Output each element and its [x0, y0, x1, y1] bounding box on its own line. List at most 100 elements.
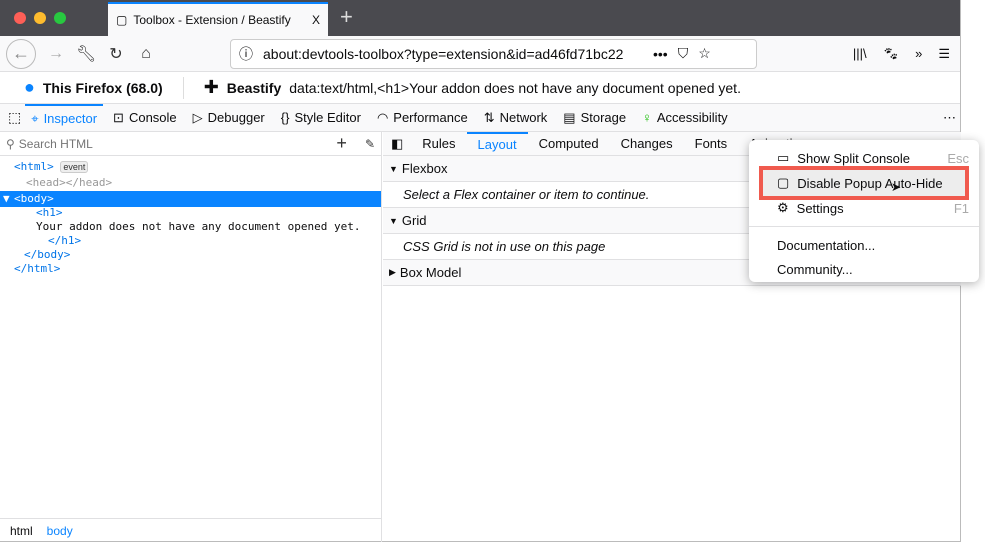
tab-label: Inspector	[43, 111, 98, 126]
search-icon: ⚲	[6, 136, 15, 151]
title-bar: ▢ Toolbox - Extension / Beastify ▢ Toolb…	[0, 0, 960, 36]
add-node-button[interactable]: +	[336, 133, 347, 154]
shortcut: F1	[953, 200, 969, 216]
element-picker-icon[interactable]: ⬚	[8, 109, 21, 126]
breadcrumb-html[interactable]: html	[10, 524, 33, 538]
node-body-close: </body>	[0, 247, 381, 263]
library-icon[interactable]: |||\	[853, 46, 867, 62]
node-h1[interactable]: <h1>	[0, 207, 381, 219]
nav-bar: ← → 🔧︎ ↻ ⌂ ⓘ about:devtools-toolbox?type…	[0, 36, 960, 72]
search-bar: ⚲ + ✎	[0, 132, 381, 156]
addon-url: data:text/html,<h1>Your addon does not h…	[289, 79, 741, 96]
text-node[interactable]: Your addon does not have any document op…	[0, 219, 381, 235]
paw-icon[interactable]: 🐾︎	[883, 46, 900, 62]
wrench-icon[interactable]: 🔧︎	[76, 44, 96, 64]
tab-label: Storage	[580, 110, 627, 125]
node-body[interactable]: ▼ <body>	[0, 191, 381, 207]
home-button[interactable]: ⌂	[136, 45, 156, 63]
tab-console[interactable]: ⊡ Console	[107, 104, 183, 132]
menu-label: Disable Popup Auto-Hide	[797, 175, 943, 191]
node-head[interactable]: <head></head>	[0, 175, 381, 191]
search-html-input[interactable]	[18, 136, 333, 151]
console-icon: ⊡	[113, 109, 124, 125]
menu-label: Show Split Console	[797, 150, 911, 166]
storage-icon: ▤	[563, 109, 576, 125]
tab-style-editor[interactable]: {} Style Editor	[275, 104, 367, 132]
tag: </html>	[14, 262, 61, 275]
shortcut: Esc	[947, 150, 969, 166]
addon-name: Beastify	[226, 79, 282, 96]
tab-label: Accessibility	[656, 110, 728, 125]
expanded-triangle-icon: ▼	[389, 163, 398, 174]
node-h1-close: </h1>	[0, 235, 381, 247]
arrows-icon: ⇅	[483, 109, 495, 125]
popup-icon: ▢	[777, 175, 790, 190]
tab-label: Performance	[393, 110, 468, 125]
tab-debugger[interactable]: ▷ Debugger	[187, 104, 271, 132]
url-text[interactable]: about:devtools-toolbox?type=extension&id…	[263, 46, 643, 62]
tag: <h1>	[36, 206, 63, 219]
collapsed-triangle-icon: ▶	[389, 267, 396, 277]
pocket-icon[interactable]: ⛉	[678, 45, 689, 62]
tab-storage[interactable]: ▤ Storage	[557, 104, 632, 132]
zoom-window-button[interactable]	[54, 12, 66, 24]
url-bar[interactable]: ⓘ about:devtools-toolbox?type=extension&…	[230, 38, 757, 69]
section-title: Box Model	[399, 265, 462, 280]
close-window-button[interactable]	[14, 12, 26, 24]
tab-changes[interactable]: Changes	[610, 132, 684, 156]
breadcrumb: html body	[0, 518, 382, 542]
puzzle-icon: ✚	[203, 77, 219, 97]
tag: <html>	[14, 160, 54, 173]
more-options-menu: ▭ Show Split Console Esc ▢ Disable Popup Au…	[749, 140, 979, 282]
node-html[interactable]: <html> event	[0, 159, 381, 175]
bookmark-star-icon[interactable]: ☆	[698, 45, 711, 62]
tab-inspector[interactable]: ⌖ Inspector	[25, 103, 104, 132]
menu-item-community[interactable]: Community...	[749, 257, 979, 281]
close-tab-button[interactable]: X	[312, 13, 320, 27]
inspector-icon: ⌖	[31, 110, 39, 126]
event-badge[interactable]: event	[60, 161, 89, 173]
overflow-chevron-icon[interactable]: »	[915, 46, 922, 62]
menu-item-split-console[interactable]: ▭ Show Split Console Esc	[749, 146, 979, 170]
tab-label: Network	[499, 110, 548, 125]
collapse-triangle-icon[interactable]: ▼	[3, 191, 10, 207]
debug-target-bar: ● This Firefox (68.0) ✚ Beastify data:te…	[0, 72, 960, 104]
menu-item-disable-popup-auto-hide[interactable]: ▢ Disable Popup Auto-Hide ➤	[759, 166, 969, 200]
tab-computed[interactable]: Computed	[528, 132, 610, 156]
section-title: Flexbox	[401, 161, 448, 176]
tab-fonts[interactable]: Fonts	[684, 132, 739, 156]
tab-rules[interactable]: Rules	[411, 132, 466, 156]
minimize-window-button[interactable]	[34, 12, 46, 24]
menu-item-settings[interactable]: ⚙ Settings F1	[749, 196, 979, 220]
hamburger-menu-icon[interactable]: ☰	[938, 46, 950, 62]
menu-item-documentation[interactable]: Documentation...	[749, 233, 979, 257]
tab-layout[interactable]: Layout	[466, 131, 528, 156]
info-icon[interactable]: ⓘ	[239, 44, 253, 64]
node-html-close: </html>	[0, 263, 381, 275]
tab-title: Toolbox - Extension / Beastify	[133, 13, 291, 27]
tab-performance[interactable]: ◠ Performance	[371, 104, 474, 132]
reload-button[interactable]: ↻	[106, 44, 126, 64]
toggle-pane-icon[interactable]: ◧	[383, 136, 411, 152]
tab-accessibility[interactable]: ♀ Accessibility	[636, 104, 734, 132]
menu-label: Settings	[796, 200, 844, 216]
accessibility-icon: ♀	[642, 110, 652, 125]
more-options-button[interactable]: ⋯	[943, 110, 956, 126]
mouse-cursor-icon: ➤	[891, 180, 902, 194]
page-actions-button[interactable]: •••	[653, 46, 668, 62]
menu-label: Community...	[777, 261, 853, 277]
eyedropper-icon[interactable]: ✎	[365, 137, 375, 151]
tab-network[interactable]: ⇅ Network	[478, 104, 554, 132]
devtools-toolbar: ⬚ ⌖ Inspector ⊡ Console ▷ Debugger {} Style …	[0, 103, 960, 132]
divider	[749, 226, 979, 227]
tag: <body>	[14, 192, 54, 205]
tab-label: Style Editor	[294, 110, 361, 125]
split-console-icon: ▭	[777, 150, 790, 165]
new-tab-button[interactable]: +	[340, 4, 353, 30]
breadcrumb-body[interactable]: body	[47, 524, 73, 538]
firefox-logo-icon: ●	[24, 77, 35, 97]
tag: </h1>	[48, 234, 82, 247]
back-button[interactable]: ←	[6, 38, 36, 69]
forward-button[interactable]: →	[46, 45, 66, 63]
active-tab[interactable]: ▢ Toolbox - Extension / Beastify X	[108, 2, 328, 36]
